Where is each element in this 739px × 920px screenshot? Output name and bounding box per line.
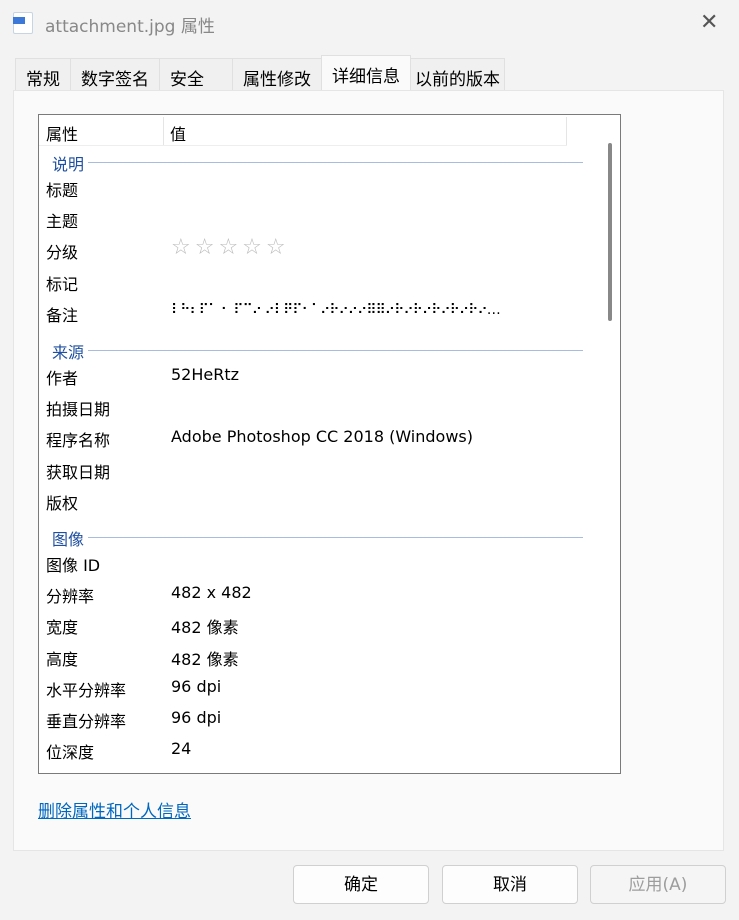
rating-stars[interactable]: ☆☆☆☆☆ <box>171 235 290 260</box>
property-row[interactable]: 图像 ID <box>46 549 566 580</box>
property-name: 备注 <box>46 305 79 325</box>
property-name: 程序名称 <box>46 431 111 451</box>
scrollbar-thumb[interactable] <box>608 143 612 321</box>
group-label: 来源 <box>52 343 89 362</box>
property-row[interactable]: 位深度 24 <box>46 736 566 767</box>
group-label: 说明 <box>52 155 89 174</box>
cancel-button[interactable]: 取消 <box>442 865 578 904</box>
group-image[interactable]: 图像 <box>52 526 583 549</box>
property-row[interactable]: 程序名称 Adobe Photoshop CC 2018 (Windows) <box>46 424 566 455</box>
property-name: 垂直分辨率 <box>46 712 127 731</box>
window-title: attachment.jpg 属性 <box>45 17 215 37</box>
group-label: 图像 <box>52 530 89 549</box>
property-name: 高度 <box>46 649 79 669</box>
property-name: 图像 ID <box>46 556 101 575</box>
property-name: 标记 <box>46 274 79 294</box>
property-row[interactable]: 高度 482 像素 <box>46 643 566 674</box>
tab-general[interactable]: 常规 <box>15 58 71 90</box>
property-name: 版权 <box>46 493 79 513</box>
property-row[interactable]: 标记 <box>46 268 566 299</box>
property-name: 拍摄日期 <box>46 400 111 420</box>
property-row[interactable]: 拍摄日期 <box>46 393 566 424</box>
property-row[interactable]: 获取日期 <box>46 456 566 487</box>
title-bar: attachment.jpg 属性 ✕ <box>0 0 739 46</box>
ok-button[interactable]: 确定 <box>293 865 429 904</box>
property-name: 分级 <box>46 243 79 263</box>
property-value: 24 <box>171 739 192 759</box>
property-row[interactable]: 宽度 482 像素 <box>46 611 566 642</box>
property-value: 96 dpi <box>171 676 222 696</box>
property-value: Adobe Photoshop CC 2018 (Windows) <box>171 427 473 447</box>
tab-bar: 常规 数字签名 安全 属性修改 详细信息 以前的版本 <box>15 55 505 90</box>
apply-button[interactable]: 应用(A) <box>590 865 726 904</box>
property-row[interactable]: 备注 ⠇⠓⠆⠏⠁ ⠂ ⠏⠉⠔ ⠔⠇⠟⠏⠂⠁⠔⠗⠔⠔⠔⠿⠿⠔⠗⠔⠗⠔⠗⠔⠗⠔⠗⠔… <box>46 299 566 330</box>
group-origin[interactable]: 来源 <box>52 339 583 362</box>
property-name: 水平分辨率 <box>46 680 127 700</box>
property-name: 标题 <box>46 181 79 200</box>
property-row[interactable]: 分级 ☆☆☆☆☆ <box>46 235 566 267</box>
remove-properties-link[interactable]: 删除属性和个人信息 <box>38 797 191 822</box>
property-value: 96 dpi <box>171 708 222 727</box>
header-value[interactable]: 值 <box>170 121 186 145</box>
tab-previous-versions[interactable]: 以前的版本 <box>410 58 505 90</box>
property-row[interactable]: 标题 <box>46 174 566 205</box>
jpg-file-icon <box>13 12 33 34</box>
property-row[interactable]: 水平分辨率 96 dpi <box>46 674 566 705</box>
property-row[interactable]: 版权 <box>46 487 566 518</box>
list-header: 属性 值 <box>39 115 567 146</box>
property-name: 作者 <box>46 369 79 388</box>
property-value: 482 像素 <box>171 649 239 669</box>
group-description[interactable]: 说明 <box>52 151 583 174</box>
property-name: 宽度 <box>46 618 79 638</box>
property-name: 位深度 <box>46 743 95 763</box>
property-name: 主题 <box>46 212 79 232</box>
tab-property-edit[interactable]: 属性修改 <box>232 58 322 90</box>
tab-digital-signatures[interactable]: 数字签名 <box>70 58 160 90</box>
close-button[interactable]: ✕ <box>700 10 718 35</box>
header-property[interactable]: 属性 <box>46 121 78 145</box>
property-value: 482 像素 <box>171 618 239 638</box>
property-name: 分辨率 <box>46 587 95 607</box>
property-name: 获取日期 <box>46 462 111 482</box>
tab-details[interactable]: 详细信息 <box>321 55 411 90</box>
property-value: 482 x 482 <box>171 583 252 603</box>
property-row[interactable]: 作者 52HeRtz <box>46 362 566 393</box>
property-value: 52HeRtz <box>171 365 240 384</box>
property-row[interactable]: 分辨率 482 x 482 <box>46 580 566 611</box>
property-value: ⠇⠓⠆⠏⠁ ⠂ ⠏⠉⠔ ⠔⠇⠟⠏⠂⠁⠔⠗⠔⠔⠔⠿⠿⠔⠗⠔⠗⠔⠗⠔⠗⠔⠗⠔… <box>171 301 501 318</box>
property-row[interactable]: 垂直分辨率 96 dpi <box>46 705 566 736</box>
property-row[interactable]: 主题 <box>46 205 566 236</box>
tab-security[interactable]: 安全 <box>159 58 233 90</box>
property-list[interactable]: 属性 值 说明标题主题分级 ☆☆☆☆☆ 标记备注 ⠇⠓⠆⠏⠁ ⠂ ⠏⠉⠔ ⠔⠇⠟⠏⠂⠁… <box>38 114 621 774</box>
